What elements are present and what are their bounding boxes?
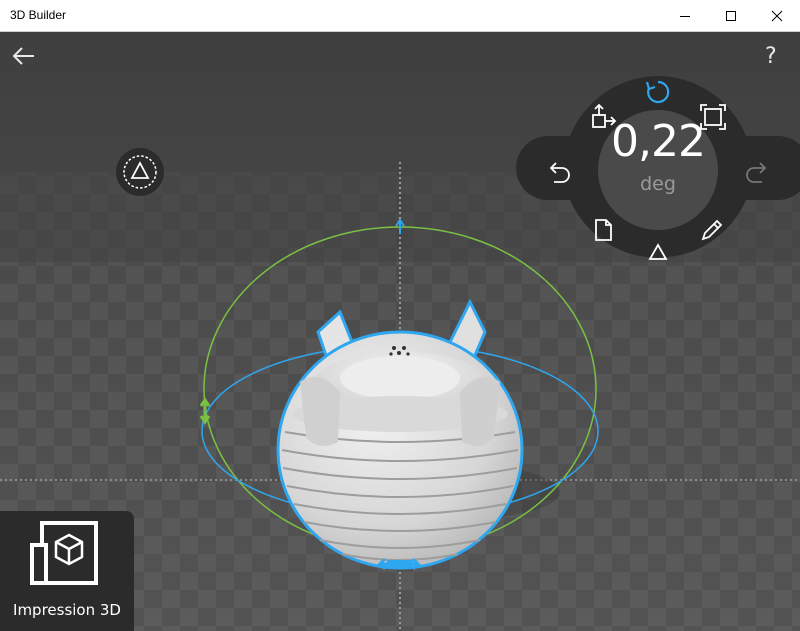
pencil-icon[interactable]: [698, 216, 726, 244]
maximize-icon: [726, 10, 736, 21]
minimize-button[interactable]: [662, 0, 708, 31]
hud-unit: deg: [640, 173, 676, 195]
close-button[interactable]: [754, 0, 800, 31]
redo-icon[interactable]: [744, 159, 772, 187]
close-icon: [771, 10, 783, 21]
triangle-icon[interactable]: [645, 240, 671, 266]
3d-print-icon: [30, 521, 98, 585]
minimize-icon: [680, 15, 690, 17]
title-bar: 3D Builder: [0, 0, 800, 32]
maximize-button[interactable]: [708, 0, 754, 31]
hud-value[interactable]: 0,22: [598, 116, 718, 167]
undo-icon[interactable]: [544, 159, 572, 187]
print-3d-button[interactable]: Impression 3D: [0, 511, 134, 631]
window-title: 3D Builder: [10, 8, 67, 22]
print-3d-label: Impression 3D: [13, 601, 121, 619]
rotate-icon[interactable]: [644, 78, 672, 106]
document-icon[interactable]: [589, 216, 617, 244]
back-arrow-icon[interactable]: [12, 46, 36, 66]
triangle-mode-button[interactable]: [116, 148, 164, 196]
help-icon[interactable]: ?: [765, 44, 777, 69]
